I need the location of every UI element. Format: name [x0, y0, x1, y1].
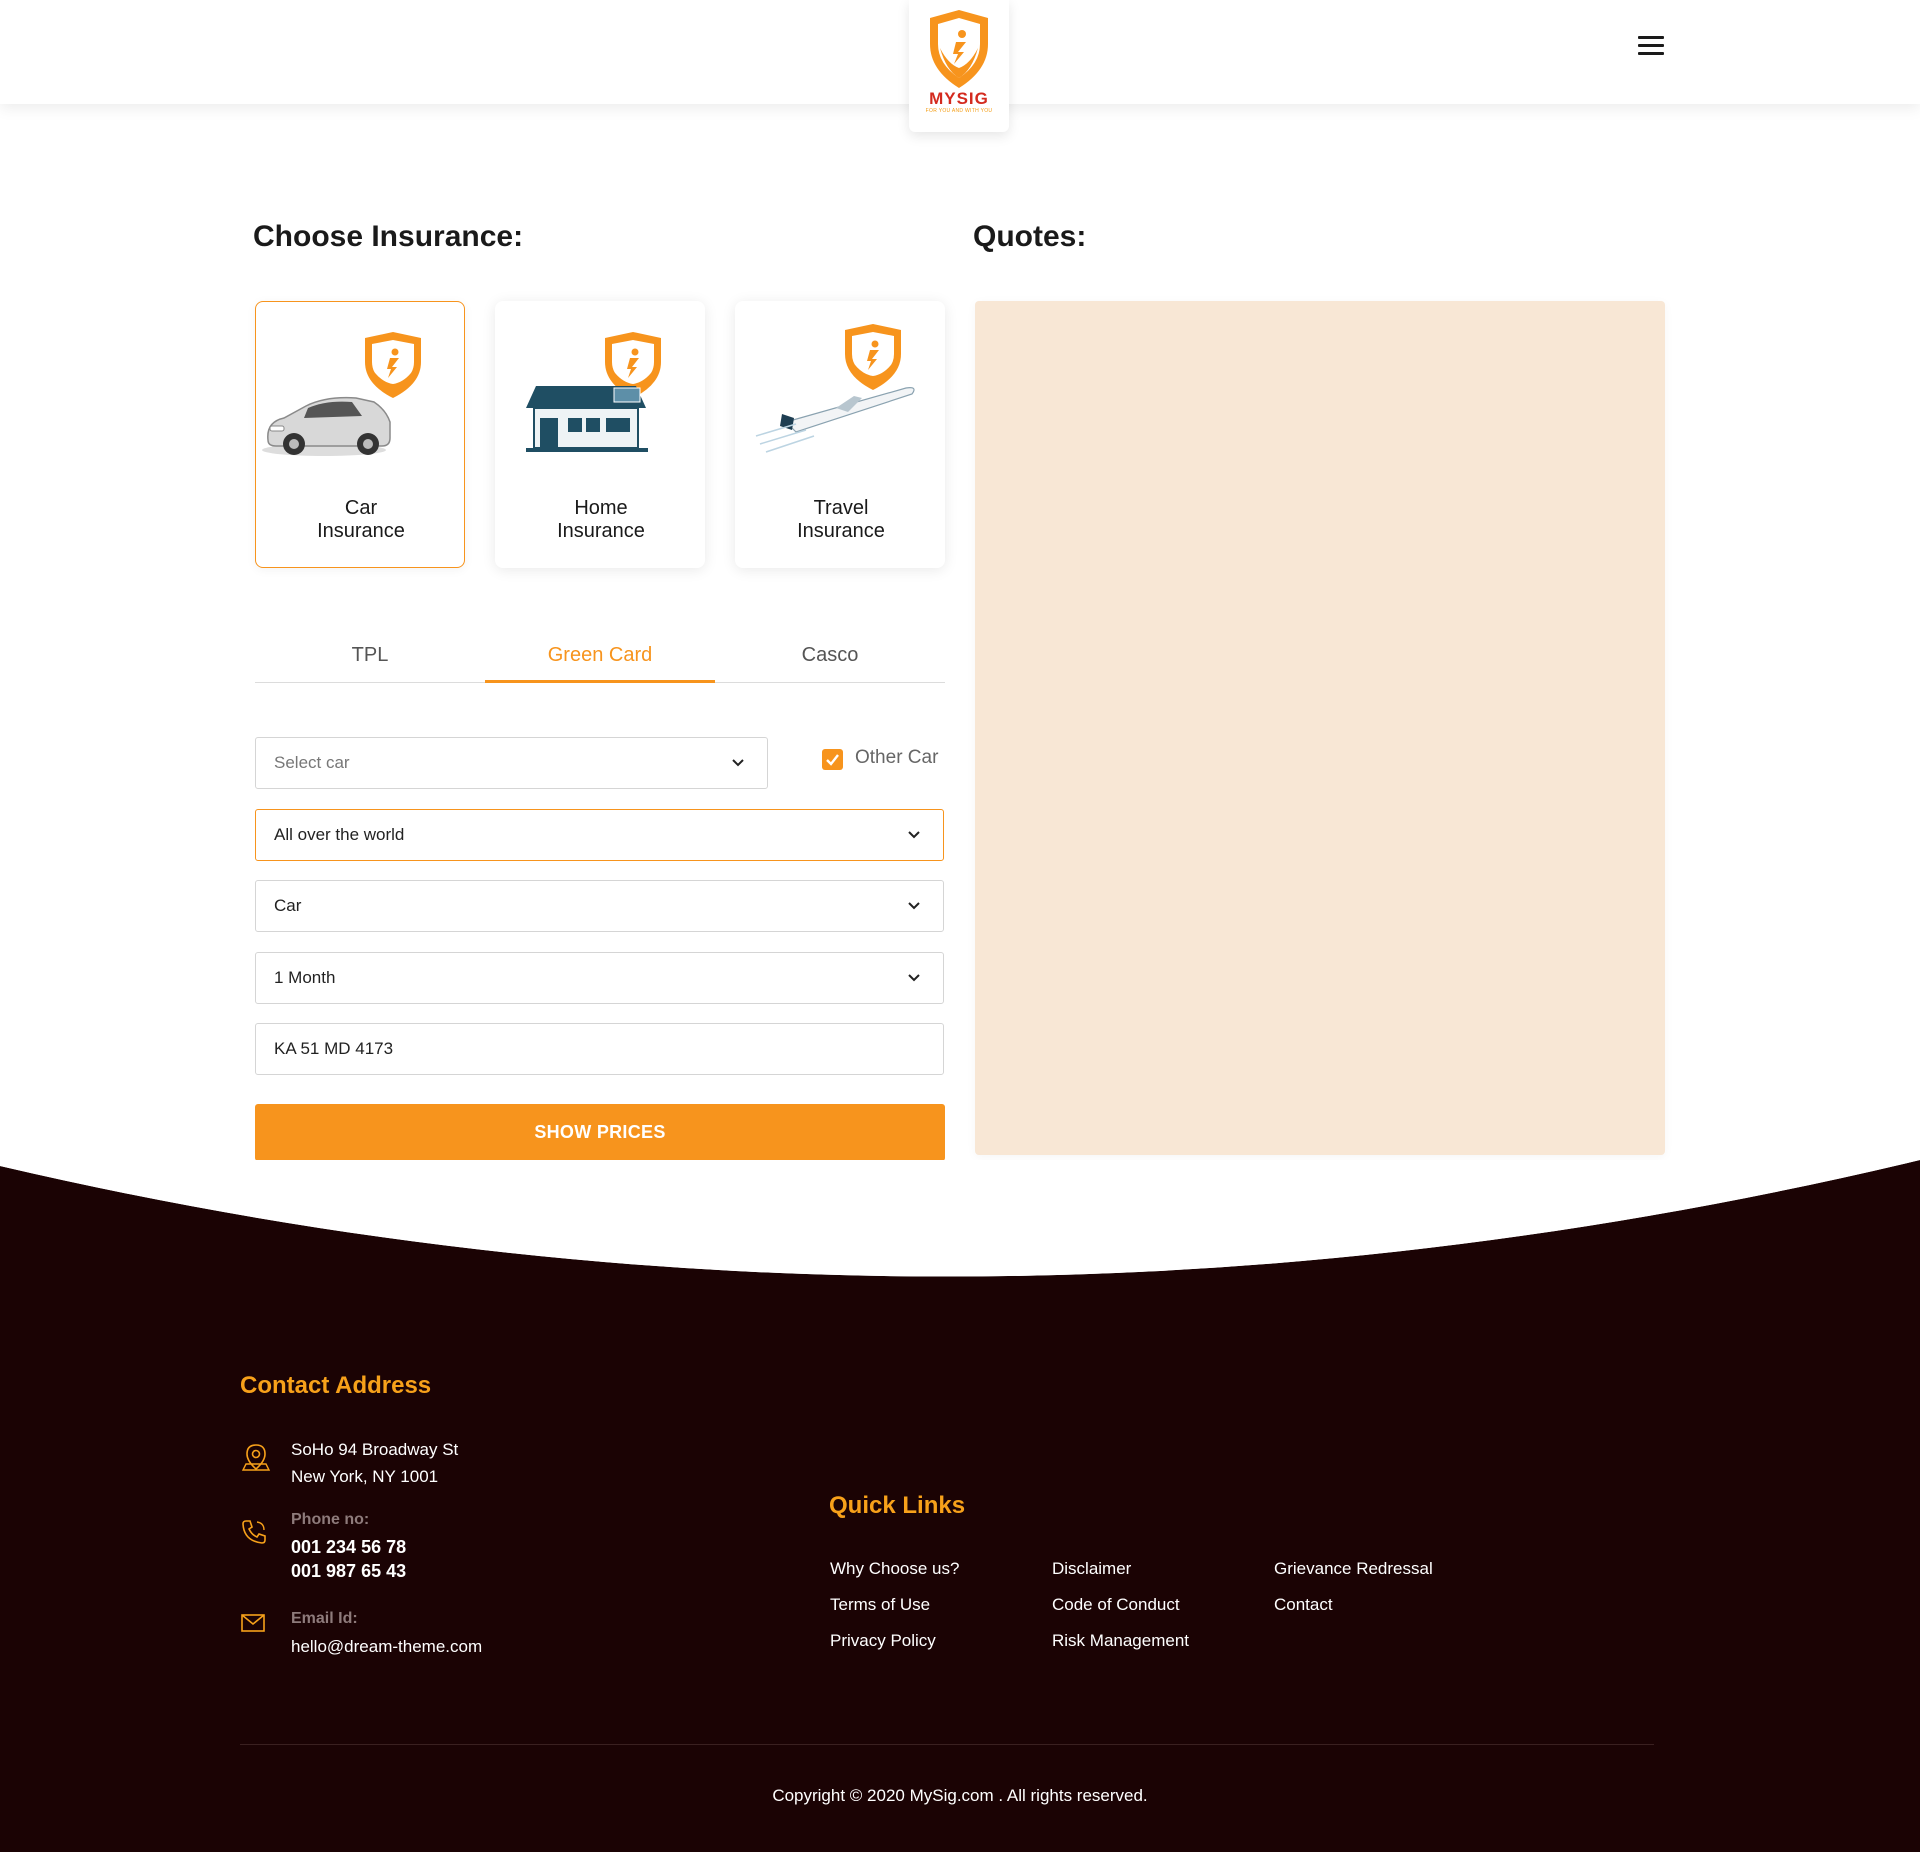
address: SoHo 94 Broadway St New York, NY 1001: [291, 1440, 459, 1486]
territory-value: All over the world: [274, 825, 405, 844]
card-label: Car Insurance: [317, 497, 405, 542]
link-grievance-redressal[interactable]: Grievance Redressal: [1274, 1559, 1433, 1579]
duration-dropdown[interactable]: 1 Month: [255, 952, 944, 1004]
hamburger-menu-icon[interactable]: [1638, 36, 1666, 60]
logo-tagline: FOR YOU AND WITH YOU: [925, 108, 993, 114]
phone-icon: [242, 1520, 266, 1544]
plate-number-input[interactable]: KA 51 MD 4173: [255, 1023, 944, 1075]
select-car-placeholder: Select car: [274, 753, 350, 772]
vehicle-type-dropdown[interactable]: Car: [255, 880, 944, 932]
email-icon: [241, 1614, 265, 1632]
location-pin-icon: [241, 1444, 271, 1471]
plate-number-value: KA 51 MD 4173: [274, 1039, 394, 1058]
link-disclaimer[interactable]: Disclaimer: [1052, 1559, 1131, 1579]
tab-tpl[interactable]: TPL: [255, 630, 485, 683]
car-icon: [262, 332, 421, 456]
phone-label: Phone no:: [291, 1511, 370, 1528]
duration-value: 1 Month: [274, 968, 336, 987]
insurance-type-tabs: TPL Green Card Casco: [255, 630, 945, 683]
choose-insurance-title: Choose Insurance:: [253, 220, 524, 253]
tab-casco[interactable]: Casco: [715, 630, 945, 683]
card-travel-insurance[interactable]: Travel Insurance: [735, 301, 945, 568]
email-link[interactable]: hello@dream-theme.com: [291, 1633, 482, 1660]
link-contact[interactable]: Contact: [1274, 1595, 1333, 1615]
footer-divider: [240, 1744, 1654, 1745]
quick-links-heading: Quick Links: [829, 1492, 966, 1519]
card-car-insurance[interactable]: Car Insurance: [255, 301, 465, 568]
email-label: Email Id:: [291, 1610, 358, 1627]
card-label: Home Insurance: [557, 497, 645, 542]
phone-numbers: 001 234 56 78 001 987 65 43: [291, 1537, 407, 1581]
house-icon: [526, 332, 661, 452]
footer-wave: [0, 1160, 1920, 1300]
airplane-icon: [755, 324, 915, 453]
chevron-down-icon: [908, 974, 920, 982]
copyright: Copyright © 2020 MySig.com . All rights …: [772, 1786, 1148, 1805]
show-prices-button[interactable]: SHOW PRICES: [255, 1104, 945, 1161]
shield-logo-icon: [930, 10, 988, 88]
chevron-down-icon: [908, 902, 920, 910]
chevron-down-icon: [732, 759, 744, 767]
chevron-down-icon: [908, 831, 920, 839]
link-privacy-policy[interactable]: Privacy Policy: [830, 1631, 936, 1651]
tab-green-card[interactable]: Green Card: [485, 630, 715, 683]
link-risk-management[interactable]: Risk Management: [1052, 1631, 1189, 1651]
link-code-of-conduct[interactable]: Code of Conduct: [1052, 1595, 1180, 1615]
link-terms-of-use[interactable]: Terms of Use: [830, 1595, 930, 1615]
logo[interactable]: MYSIG FOR YOU AND WITH YOU: [909, 0, 1009, 132]
contact-address-heading: Contact Address: [240, 1372, 432, 1399]
card-label: Travel Insurance: [797, 497, 885, 542]
card-home-insurance[interactable]: Home Insurance: [495, 301, 705, 568]
logo-name: MYSIG: [929, 89, 989, 108]
select-car-dropdown[interactable]: Select car: [255, 737, 768, 789]
territory-dropdown[interactable]: All over the world: [255, 809, 944, 861]
quotes-panel: [975, 301, 1665, 1155]
other-car-label: Other Car: [855, 747, 939, 768]
checkbox-checked-icon[interactable]: [822, 749, 843, 770]
quotes-title: Quotes:: [973, 220, 1087, 253]
link-why-choose-us[interactable]: Why Choose us?: [830, 1559, 959, 1579]
vehicle-type-value: Car: [274, 896, 302, 915]
